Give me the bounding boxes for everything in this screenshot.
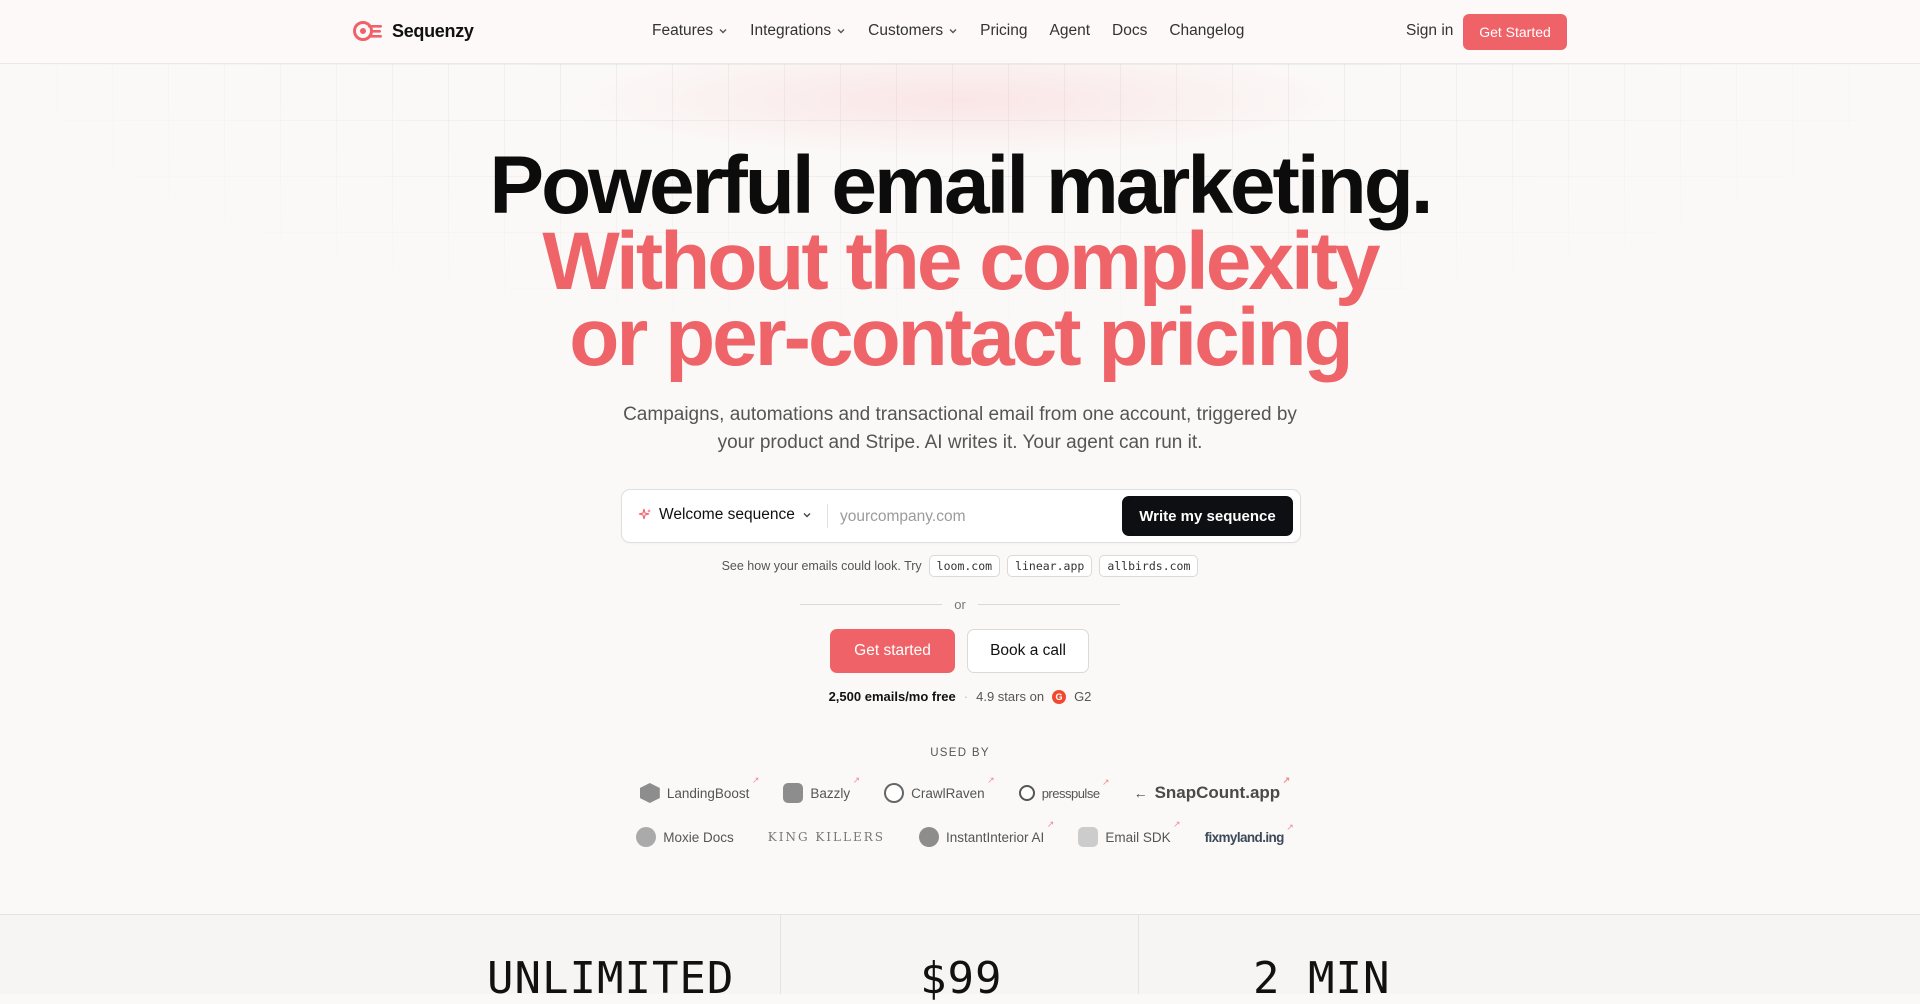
nav-item-integrations[interactable]: Integrations (750, 22, 846, 40)
logo-label: LandingBoost (666, 785, 750, 801)
customer-logo-email-sdk[interactable]: Email SDK ↗ (1078, 819, 1181, 847)
nav-label: Changelog (1169, 22, 1245, 39)
nav-label: Features (652, 22, 714, 39)
external-link-icon: ↗ (987, 775, 995, 785)
external-link-icon: ↗ (751, 775, 760, 785)
headline-line-2: Without the complexity (542, 216, 1380, 307)
external-link-icon: ↗ (1173, 819, 1181, 829)
nav-links: Features Integrations Customers Pricing … (652, 22, 1244, 40)
logo-label: Bazzly (810, 785, 851, 801)
sequence-type-label: Welcome sequence (659, 506, 795, 523)
presspulse-logo-icon (1018, 785, 1035, 801)
or-text: or (954, 597, 966, 612)
nav-label: Integrations (750, 22, 832, 39)
stat-price: $99 (920, 953, 1003, 1004)
logo-label: InstantInterior AI (946, 829, 1045, 845)
separator-dot: · (963, 689, 969, 704)
email-sdk-logo-icon (1078, 827, 1099, 847)
stat-time: 2 MIN (1253, 953, 1391, 1004)
or-line-right (977, 604, 1120, 605)
customer-logo-crawlraven[interactable]: CrawlRaven ↗ (884, 775, 995, 803)
logo-label: KING KILLERS (767, 830, 885, 844)
sequence-generator-form: Welcome sequence Write my sequence (621, 489, 1301, 543)
headline-line-1: Powerful email marketing. (489, 140, 1433, 231)
sign-in-link[interactable]: Sign in (1406, 22, 1453, 40)
g2-label[interactable]: G2 (1074, 689, 1091, 704)
stats-section: UNLIMITED $99 2 MIN (0, 914, 1920, 1004)
stats-divider (780, 915, 781, 994)
used-by-label: USED BY (930, 747, 990, 759)
top-navigation: Sequenzy Features Integrations Customers… (0, 0, 1920, 64)
instantinterior-logo-icon (919, 827, 939, 847)
moxie-docs-logo-icon (636, 827, 657, 847)
social-proof: 2,500 emails/mo free · 4.9 stars on G G2 (0, 689, 1920, 704)
external-link-icon: ↗ (1102, 777, 1110, 787)
logo-label: SnapCount.app (1154, 783, 1281, 802)
free-tier-text: 2,500 emails/mo free (828, 689, 956, 704)
customer-logo-snapcount[interactable]: ← SnapCount.app ↗ (1133, 775, 1291, 803)
external-link-icon: ↗ (852, 775, 861, 785)
customer-logo-fixmyland[interactable]: fixmyland.ing ↗ (1204, 822, 1294, 845)
get-started-nav-button[interactable]: Get Started (1463, 14, 1567, 50)
sequence-type-select[interactable]: Welcome sequence (638, 506, 812, 524)
nav-item-features[interactable]: Features (652, 22, 728, 40)
nav-item-changelog[interactable]: Changelog (1169, 22, 1244, 40)
book-a-call-button[interactable]: Book a call (967, 629, 1089, 673)
write-my-sequence-button[interactable]: Write my sequence (1122, 496, 1293, 536)
g2-icon: G (1052, 689, 1067, 704)
sequenzy-logo-icon (353, 21, 382, 41)
logo-label: presspulse (1041, 785, 1100, 801)
external-link-icon: ↗ (1046, 819, 1055, 829)
or-line-left (800, 604, 943, 605)
example-chip-loom[interactable]: loom.com (928, 555, 1001, 577)
nav-label: Docs (1112, 22, 1148, 39)
chevron-down-icon (719, 29, 727, 34)
logo[interactable]: Sequenzy (352, 18, 474, 44)
hero-subtitle: Campaigns, automations and transactional… (623, 404, 1297, 453)
stats-divider (1138, 915, 1139, 994)
sparkle-icon (638, 508, 651, 520)
nav-label: Customers (868, 22, 944, 39)
arrow-left-icon: ← (1133, 785, 1148, 801)
try-examples-row: See how your emails could look. Try loom… (0, 555, 1920, 577)
rating-text: 4.9 stars on (976, 689, 1045, 704)
customer-logo-king-killers[interactable]: KING KILLERS (768, 830, 885, 844)
nav-item-customers[interactable]: Customers (868, 22, 958, 40)
nav-label: Agent (1049, 22, 1091, 39)
hero-headline: Powerful email marketing. Without the co… (0, 140, 1920, 383)
stat-unlimited: UNLIMITED (487, 953, 735, 1004)
customer-logo-instantinterior[interactable]: InstantInterior AI ↗ (919, 819, 1054, 847)
external-link-icon: ↗ (1286, 821, 1294, 832)
external-link-icon: ↗ (1282, 775, 1291, 785)
or-divider: or (800, 597, 1120, 612)
example-chip-allbirds[interactable]: allbirds.com (1099, 555, 1199, 577)
get-started-button[interactable]: Get started (830, 629, 955, 673)
nav-item-agent[interactable]: Agent (1050, 22, 1091, 40)
logo-label: CrawlRaven (911, 785, 985, 801)
nav-label: Pricing (980, 22, 1028, 39)
customer-logo-moxie-docs[interactable]: Moxie Docs (636, 827, 734, 847)
try-label: See how your emails could look. Try (721, 559, 922, 573)
example-chip-linear[interactable]: linear.app (1007, 555, 1093, 577)
customer-logos-row-1: LandingBoost ↗ Bazzly ↗ CrawlRaven ↗ pressp… (0, 775, 1920, 803)
landingboost-logo-icon (639, 783, 660, 803)
bazzly-logo-icon (783, 783, 804, 803)
logo-label: Email SDK (1105, 829, 1171, 845)
headline-line-3: or per-contact pricing (569, 292, 1353, 383)
customer-logo-landingboost[interactable]: LandingBoost ↗ (639, 775, 759, 803)
customer-logo-bazzly[interactable]: Bazzly ↗ (783, 775, 860, 803)
nav-item-pricing[interactable]: Pricing (980, 22, 1027, 40)
form-divider (827, 504, 828, 528)
customer-logo-presspulse[interactable]: presspulse ↗ (1018, 777, 1110, 801)
chevron-down-icon (837, 29, 845, 34)
crawlraven-logo-icon (884, 783, 905, 803)
chevron-down-icon (803, 513, 811, 518)
chevron-down-icon (949, 29, 957, 34)
logo-label: fixmyland.ing (1204, 829, 1285, 845)
logo-label: Moxie Docs (663, 829, 734, 845)
customer-logos-row-2: Moxie Docs KING KILLERS InstantInterior … (0, 819, 1920, 847)
company-domain-input[interactable] (838, 504, 1122, 530)
nav-item-docs[interactable]: Docs (1112, 22, 1147, 40)
logo-text: Sequenzy (392, 20, 474, 41)
